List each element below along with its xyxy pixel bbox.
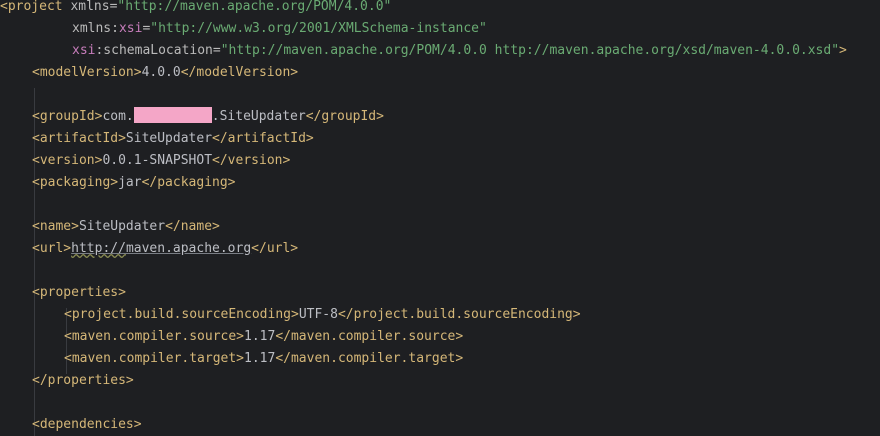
tag-open: <modelVersion> xyxy=(32,65,142,80)
tag-close: </version> xyxy=(212,153,291,168)
text-value: 1.17 xyxy=(244,351,276,366)
code-line-12[interactable]: <url>http://maven.apache.org</url> xyxy=(32,238,298,260)
tag-close: </packaging> xyxy=(141,175,236,190)
code-line-9[interactable]: <packaging>jar</packaging> xyxy=(32,172,236,194)
tag-close: </groupId> xyxy=(305,109,384,124)
code-line-2[interactable]: xmlns:xsi="http://www.w3.org/2001/XMLSch… xyxy=(72,18,487,40)
text-value: 0.0.1-SNAPSHOT xyxy=(102,153,213,168)
url-link-part[interactable]: http://maven.apache.org xyxy=(71,241,251,256)
tag-open: <artifactId> xyxy=(32,131,126,146)
tag-close: </url> xyxy=(251,241,299,256)
url-scheme: http:// xyxy=(71,241,126,256)
tag-token: > xyxy=(839,43,847,58)
code-line-16[interactable]: <maven.compiler.source>1.17</maven.compi… xyxy=(64,326,463,348)
tag-open: <url> xyxy=(32,241,72,256)
text-value: 1.17 xyxy=(244,329,276,344)
tag-token: <project xyxy=(0,0,71,14)
redaction-block xyxy=(133,107,212,123)
code-line-1[interactable]: <project xmlns="http://maven.apache.org/… xyxy=(0,0,391,18)
tag-open: <properties> xyxy=(32,285,126,300)
code-line-18[interactable]: </properties> xyxy=(32,370,134,392)
code-line-17[interactable]: <maven.compiler.target>1.17</maven.compi… xyxy=(64,348,463,370)
code-line-7[interactable]: <artifactId>SiteUpdater</artifactId> xyxy=(32,128,314,150)
tag-open: <groupId> xyxy=(32,109,103,124)
code-line-11[interactable]: <name>SiteUpdater</name> xyxy=(32,216,220,238)
code-line-4[interactable]: <modelVersion>4.0.0</modelVersion> xyxy=(32,62,298,84)
text-value: .SiteUpdater xyxy=(211,109,306,124)
text-value: com. xyxy=(102,109,134,124)
tag-close: </maven.compiler.target> xyxy=(275,351,464,366)
tag-close: </properties> xyxy=(32,373,134,388)
text-value: 4.0.0 xyxy=(141,65,181,80)
equals-token: = xyxy=(212,43,221,58)
tag-open: <packaging> xyxy=(32,175,119,190)
code-editor[interactable]: <project xmlns="http://maven.apache.org/… xyxy=(0,0,880,436)
text-value: UTF-8 xyxy=(298,307,338,322)
text-value: SiteUpdater xyxy=(78,219,166,234)
url-host: maven.apache.org xyxy=(125,241,252,256)
code-line-15[interactable]: <project.build.sourceEncoding>UTF-8</pro… xyxy=(64,304,581,326)
tag-close: </name> xyxy=(165,219,220,234)
code-line-8[interactable]: <version>0.0.1-SNAPSHOT</version> xyxy=(32,150,290,172)
string-token: "http://www.w3.org/2001/XMLSchema-instan… xyxy=(150,21,487,36)
attr-token: xmlns: xyxy=(72,21,119,36)
string-token: "http://maven.apache.org/POM/4.0.0" xyxy=(117,0,392,14)
text-value: jar xyxy=(118,175,142,190)
namespace-token: xsi xyxy=(118,21,143,36)
tag-open: <maven.compiler.target> xyxy=(64,351,245,366)
tag-close: </project.build.sourceEncoding> xyxy=(337,307,581,322)
tag-open: <name> xyxy=(32,219,79,234)
tag-open: <dependencies> xyxy=(32,417,142,432)
tag-open: <maven.compiler.source> xyxy=(64,329,245,344)
text-value: SiteUpdater xyxy=(125,131,213,146)
tag-close: </artifactId> xyxy=(212,131,314,146)
code-line-20[interactable]: <dependencies> xyxy=(32,414,142,436)
code-line-3[interactable]: xsi:schemaLocation="http://maven.apache.… xyxy=(72,40,847,62)
tag-close: </maven.compiler.source> xyxy=(275,329,464,344)
attr-token: :schemaLocation xyxy=(95,43,213,58)
tag-close: </modelVersion> xyxy=(180,65,299,80)
tag-open: <version> xyxy=(32,153,103,168)
tag-open: <project.build.sourceEncoding> xyxy=(64,307,299,322)
code-line-6[interactable]: <groupId>com. .SiteUpdater</groupId> xyxy=(32,106,384,128)
namespace-token: xsi xyxy=(72,43,96,58)
attr-token: xmlns xyxy=(70,0,110,14)
code-line-14[interactable]: <properties> xyxy=(32,282,126,304)
string-token: "http://maven.apache.org/POM/4.0.0 http:… xyxy=(220,43,840,58)
